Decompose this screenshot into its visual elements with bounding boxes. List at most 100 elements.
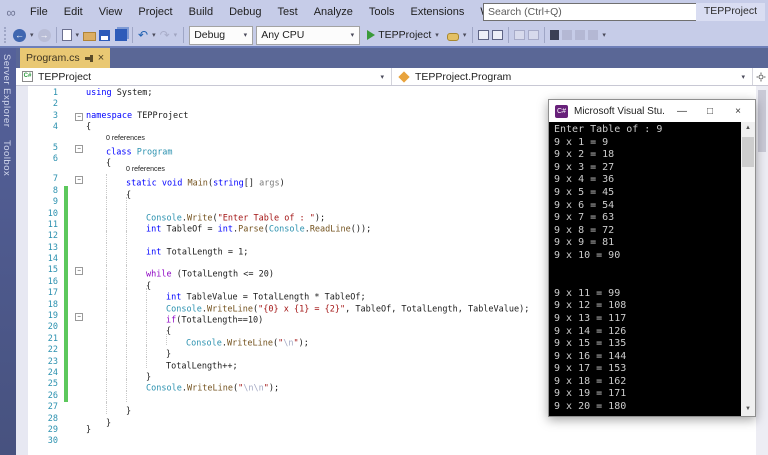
indent-guide	[106, 254, 126, 266]
fold-collapse-icon[interactable]: −	[75, 112, 83, 121]
attach-to-process-button[interactable]	[446, 33, 459, 41]
tab-program-cs[interactable]: Program.cs ×	[20, 48, 111, 68]
codelens-references[interactable]: 0 references	[126, 166, 165, 173]
indent-guide	[126, 208, 146, 220]
solution-platform-dropdown[interactable]: Any CPU ▾	[256, 25, 361, 45]
console-title-bar[interactable]: C# Microsoft Visual Stu... — □ ×	[549, 100, 755, 122]
indent-guide	[86, 322, 106, 333]
console-line: Enter Table of : 9	[554, 124, 663, 135]
navigate-forward-button[interactable]: →	[37, 28, 51, 42]
navbar-settings-button[interactable]	[752, 68, 768, 85]
indent-guide	[126, 265, 146, 277]
scroll-down-icon[interactable]: ▼	[741, 403, 755, 416]
fold-collapse-icon[interactable]: −	[75, 144, 83, 153]
indent-guide	[146, 333, 166, 346]
code-text: }	[86, 424, 92, 435]
indent-guide	[106, 265, 126, 277]
pin-tab-icon[interactable]	[84, 54, 93, 62]
toolbar-overflow-icon[interactable]: ▾	[601, 31, 607, 39]
undo-button[interactable]: ↶	[138, 29, 148, 41]
scrollbar-thumb[interactable]	[758, 90, 766, 152]
save-button[interactable]	[99, 29, 111, 41]
console-line: 9 x 7 = 63	[554, 212, 615, 224]
type-dropdown[interactable]: TEPProject.Program ▾	[392, 68, 752, 85]
debug-console-window[interactable]: C# Microsoft Visual Stu... — □ × Enter T…	[548, 99, 756, 417]
toolbar-separator	[55, 27, 57, 43]
toolbar-overflow-icon[interactable]: ▾	[462, 31, 468, 39]
console-scrollbar[interactable]: ▲ ▼	[741, 122, 755, 416]
side-tab-server-explorer[interactable]: Server Explorer	[0, 48, 13, 134]
line-number: 18	[47, 299, 58, 310]
indent-guide	[86, 197, 106, 208]
platform-value: Any CPU	[261, 29, 305, 41]
change-bar	[64, 231, 68, 243]
indent-guide	[126, 333, 146, 346]
fold-collapse-icon[interactable]: −	[75, 267, 83, 276]
fold-collapse-icon[interactable]: −	[75, 176, 83, 185]
clear-bookmarks-button[interactable]	[588, 30, 599, 40]
outline-margin	[72, 402, 86, 413]
project-dropdown[interactable]: C# TEPProject ▾	[16, 68, 392, 85]
line-number: 28	[47, 413, 58, 424]
scroll-up-icon[interactable]: ▲	[741, 122, 755, 135]
maximize-icon[interactable]: □	[699, 106, 721, 117]
outline-margin	[72, 334, 86, 345]
outline-margin	[72, 414, 86, 425]
indent-guide	[86, 220, 106, 231]
bookmark-icon[interactable]	[550, 30, 560, 40]
line-number: 6	[52, 153, 58, 164]
search-input[interactable]: Search (Ctrl+Q)	[483, 3, 721, 21]
previous-bookmark-button[interactable]	[562, 30, 573, 40]
line-number: 27	[47, 402, 58, 413]
toolbar-grip[interactable]	[4, 27, 8, 43]
step-into-button[interactable]	[492, 30, 504, 40]
undo-dropdown-icon[interactable]: ▾	[151, 31, 157, 39]
menu-extensions[interactable]: Extensions	[403, 2, 473, 22]
outline-margin	[72, 154, 86, 165]
save-all-button[interactable]	[115, 29, 128, 41]
open-file-button[interactable]	[83, 32, 97, 41]
minimize-icon[interactable]: —	[671, 106, 693, 117]
menu-analyze[interactable]: Analyze	[306, 2, 361, 22]
outline-margin	[72, 300, 86, 311]
account-project-badge[interactable]: TEPProject	[695, 3, 765, 21]
change-bar	[64, 322, 68, 334]
navigate-back-dropdown-icon[interactable]: ▾	[29, 31, 35, 39]
step-over-button[interactable]	[478, 30, 490, 40]
line-number: 8	[52, 185, 58, 196]
indent-guide	[86, 334, 106, 345]
redo-dropdown-icon[interactable]: ▾	[173, 31, 179, 39]
new-file-button[interactable]	[61, 29, 72, 41]
side-tab-toolbox[interactable]: Toolbox	[0, 134, 13, 182]
console-output[interactable]: Enter Table of : 99 x 1 = 99 x 2 = 18 9 x…	[549, 122, 755, 416]
menu-project[interactable]: Project	[130, 2, 180, 22]
close-icon[interactable]: ×	[727, 106, 749, 117]
change-bar-column	[64, 197, 72, 209]
indent-guide	[126, 231, 146, 243]
comment-button[interactable]	[514, 30, 526, 40]
menu-test[interactable]: Test	[270, 2, 306, 22]
indent-guide	[146, 311, 166, 323]
menu-build[interactable]: Build	[181, 2, 221, 22]
codelens-references[interactable]: 0 references	[106, 135, 145, 142]
redo-button[interactable]: ↷	[160, 29, 170, 41]
navigate-back-button[interactable]: ←	[13, 28, 26, 42]
uncomment-button[interactable]	[528, 30, 540, 40]
close-tab-icon[interactable]: ×	[98, 53, 104, 64]
scrollbar-thumb[interactable]	[742, 137, 754, 167]
menu-tools[interactable]: Tools	[361, 2, 403, 22]
fold-collapse-icon[interactable]: −	[75, 313, 83, 322]
start-debugging-button[interactable]: TEPProject ▾	[363, 26, 444, 45]
next-bookmark-button[interactable]	[575, 30, 586, 40]
solution-configuration-dropdown[interactable]: Debug ▾	[189, 25, 254, 45]
menu-edit[interactable]: Edit	[56, 2, 91, 22]
line-number: 4	[52, 122, 58, 133]
menu-file[interactable]: File	[22, 2, 56, 22]
console-line: 9 x 19 = 171	[554, 388, 627, 400]
new-file-dropdown-icon[interactable]: ▾	[75, 31, 81, 39]
menu-view[interactable]: View	[91, 2, 131, 22]
console-line: 9 x 9 = 81	[554, 237, 615, 249]
editor-vertical-scrollbar[interactable]	[756, 86, 768, 455]
indent-guide	[106, 276, 126, 289]
menu-debug[interactable]: Debug	[221, 2, 269, 22]
